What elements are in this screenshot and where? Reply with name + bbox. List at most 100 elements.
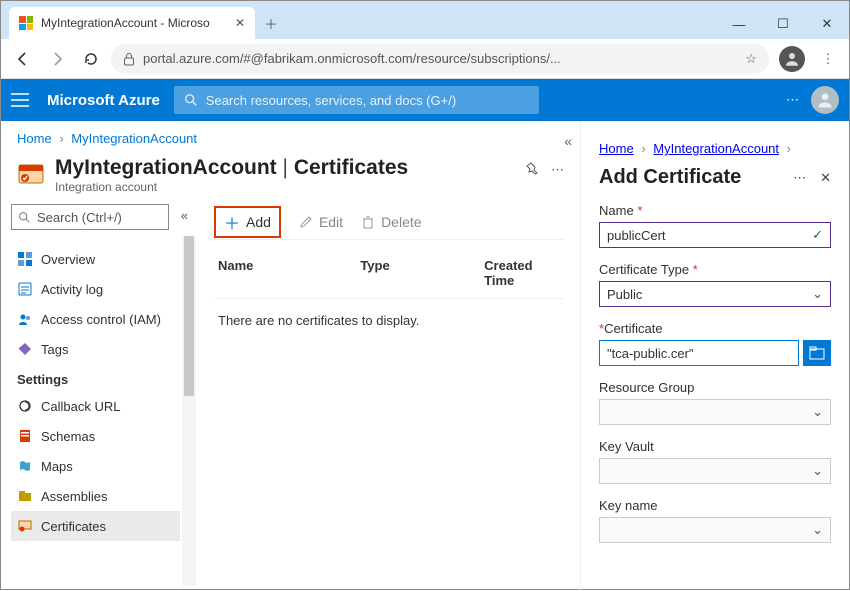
collapse-blade-icon[interactable]: «	[564, 133, 572, 149]
panel-breadcrumb-resource[interactable]: MyIntegrationAccount	[653, 141, 779, 156]
sidebar-item-schemas[interactable]: Schemas	[11, 421, 180, 451]
key-name-select[interactable]: ⌄	[599, 517, 831, 543]
breadcrumb-resource[interactable]: MyIntegrationAccount	[71, 131, 197, 146]
name-input[interactable]: publicCert ✓	[599, 222, 831, 248]
folder-icon	[809, 346, 825, 360]
browser-toolbar: portal.azure.com/#@fabrikam.onmicrosoft.…	[1, 39, 849, 79]
resource-group-label: Resource Group	[599, 380, 831, 395]
forward-button[interactable]	[43, 45, 71, 73]
key-name-label: Key name	[599, 498, 831, 513]
sidebar-item-callback-url[interactable]: Callback URL	[11, 391, 180, 421]
window-controls: ― ☐ ✕	[717, 9, 849, 39]
command-bar: ＋ Add Edit Delete	[214, 204, 564, 240]
chevron-down-icon: ⌄	[812, 463, 823, 479]
chevron-down-icon: ⌄	[812, 286, 823, 302]
certificate-file-input[interactable]: "tca-public.cer"	[599, 340, 799, 366]
browser-tab[interactable]: MyIntegrationAccount - Microso ✕	[9, 7, 255, 39]
account-avatar[interactable]	[811, 86, 839, 114]
edit-icon	[299, 215, 313, 229]
col-name: Name	[218, 258, 310, 288]
sidebar-item-assemblies[interactable]: Assemblies	[11, 481, 180, 511]
sidebar-item-certificates[interactable]: Certificates	[11, 511, 180, 541]
resource-group-select[interactable]: ⌄	[599, 399, 831, 425]
add-certificate-panel: Home › MyIntegrationAccount › Add Certif…	[581, 121, 849, 591]
sidebar-search-placeholder: Search (Ctrl+/)	[37, 210, 122, 225]
url-text: portal.azure.com/#@fabrikam.onmicrosoft.…	[143, 51, 561, 66]
tab-title: MyIntegrationAccount - Microso	[41, 16, 210, 30]
minimize-icon[interactable]: ―	[717, 9, 761, 39]
chevron-down-icon: ⌄	[812, 404, 823, 420]
browser-titlebar: MyIntegrationAccount - Microso ✕ ＋ ― ☐ ✕	[1, 1, 849, 39]
maps-icon	[17, 458, 33, 474]
resource-header: MyIntegrationAccount | Certificates Inte…	[1, 152, 580, 200]
portal-menu-icon[interactable]	[11, 89, 33, 111]
search-placeholder: Search resources, services, and docs (G+…	[206, 93, 456, 108]
azure-header: Microsoft Azure Search resources, servic…	[1, 79, 849, 121]
certificate-label: *Certificate	[599, 321, 831, 336]
more-actions-icon[interactable]: ⋯	[786, 92, 799, 108]
global-search[interactable]: Search resources, services, and docs (G+…	[174, 86, 539, 114]
pin-icon[interactable]	[525, 162, 541, 178]
key-vault-label: Key Vault	[599, 439, 831, 454]
empty-message: There are no certificates to display.	[214, 299, 564, 342]
sidebar-heading-settings: Settings	[11, 364, 180, 391]
browser-menu-icon[interactable]: ⋮	[815, 51, 841, 67]
callback-url-icon	[17, 398, 33, 414]
resource-blade: Home › MyIntegrationAccount « MyIntegrat…	[1, 121, 581, 591]
table-header: Name Type Created Time	[214, 240, 564, 299]
panel-title: Add Certificate	[599, 166, 741, 189]
delete-icon	[361, 215, 375, 229]
col-type: Type	[360, 258, 434, 288]
add-button[interactable]: ＋ Add	[214, 206, 281, 238]
integration-account-icon	[17, 160, 45, 188]
iam-icon	[17, 311, 33, 327]
panel-more-icon[interactable]: ⋯	[793, 170, 806, 186]
breadcrumb: Home › MyIntegrationAccount	[1, 121, 580, 152]
azure-brand[interactable]: Microsoft Azure	[47, 92, 160, 109]
portal-content: Home › MyIntegrationAccount « MyIntegrat…	[1, 121, 849, 591]
delete-button[interactable]: Delete	[361, 214, 421, 230]
search-icon	[184, 93, 198, 107]
bookmark-icon[interactable]: ☆	[745, 51, 757, 67]
back-button[interactable]	[9, 45, 37, 73]
chevron-down-icon: ⌄	[812, 522, 823, 538]
browse-file-button[interactable]	[803, 340, 831, 366]
new-tab-button[interactable]: ＋	[255, 7, 287, 39]
lock-icon	[123, 52, 135, 66]
type-label: Certificate Type *	[599, 262, 831, 277]
panel-close-icon[interactable]: ✕	[820, 170, 831, 186]
tab-close-icon[interactable]: ✕	[235, 16, 245, 30]
sidebar-item-tags[interactable]: Tags	[11, 334, 180, 364]
panel-breadcrumb-home[interactable]: Home	[599, 141, 634, 156]
profile-avatar[interactable]	[779, 46, 805, 72]
maximize-icon[interactable]: ☐	[761, 9, 805, 39]
sidebar-search[interactable]: Search (Ctrl+/)	[11, 204, 169, 230]
certificates-list: ＋ Add Edit Delete Name Type Created	[196, 200, 580, 586]
activity-log-icon	[17, 281, 33, 297]
sidebar-item-access-control[interactable]: Access control (IAM)	[11, 304, 180, 334]
overview-icon	[17, 251, 33, 267]
resource-title: MyIntegrationAccount | Certificates	[55, 156, 408, 180]
key-vault-select[interactable]: ⌄	[599, 458, 831, 484]
collapse-sidebar-icon[interactable]: «	[181, 208, 188, 223]
certificate-type-select[interactable]: Public ⌄	[599, 281, 831, 307]
add-icon: ＋	[224, 210, 240, 234]
sidebar-item-overview[interactable]: Overview	[11, 244, 180, 274]
col-created: Created Time	[484, 258, 560, 288]
more-icon[interactable]: ⋯	[551, 162, 564, 178]
ms-favicon	[19, 16, 33, 30]
address-bar[interactable]: portal.azure.com/#@fabrikam.onmicrosoft.…	[111, 44, 769, 74]
panel-breadcrumb: Home › MyIntegrationAccount ›	[599, 131, 831, 162]
edit-button[interactable]: Edit	[299, 214, 343, 230]
sidebar-item-maps[interactable]: Maps	[11, 451, 180, 481]
name-label: Name *	[599, 203, 831, 218]
sidebar-scrollbar[interactable]	[182, 236, 196, 586]
reload-button[interactable]	[77, 45, 105, 73]
close-window-icon[interactable]: ✕	[805, 9, 849, 39]
tags-icon	[17, 341, 33, 357]
search-icon	[18, 211, 31, 224]
breadcrumb-home[interactable]: Home	[17, 131, 52, 146]
certificates-icon	[17, 518, 33, 534]
resource-sidebar: Search (Ctrl+/) « Overview Activity log	[1, 200, 196, 586]
sidebar-item-activity-log[interactable]: Activity log	[11, 274, 180, 304]
